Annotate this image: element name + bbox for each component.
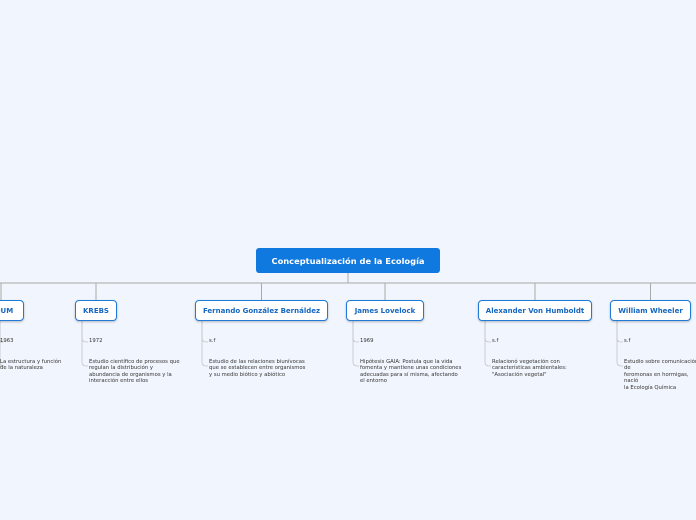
description-label[interactable]: Estudio científico de procesos que regul…: [89, 359, 189, 385]
topic-node[interactable]: ODUM: [0, 300, 24, 321]
subtopic-connector: [484, 321, 491, 343]
subtopic-connector: [484, 321, 491, 367]
year-label[interactable]: 1972: [89, 338, 102, 344]
subtopic-connector: [616, 321, 623, 367]
subtopic-connector: [81, 321, 88, 367]
year-label[interactable]: s.f: [209, 338, 215, 344]
description-label[interactable]: Hipótesis GAIA: Postula que la vida fome…: [360, 359, 470, 385]
subtopic-connector: [616, 321, 623, 343]
subtopic-connector: [352, 321, 359, 367]
year-label[interactable]: s.f: [624, 338, 630, 344]
topic-node[interactable]: William Wheeler: [610, 300, 691, 321]
description-label[interactable]: Relacionó vegetación con características…: [492, 359, 587, 378]
topic-node[interactable]: James Lovelock: [346, 300, 424, 321]
description-label[interactable]: La estructura y función de la naturaleza: [0, 359, 70, 372]
subtopic-connector: [81, 321, 88, 343]
description-label[interactable]: Estudio de las relaciones biunívocas que…: [209, 359, 319, 378]
subtopic-connector: [201, 321, 208, 367]
central-topic[interactable]: Conceptualización de la Ecología: [256, 248, 440, 273]
description-label[interactable]: Estudio sobre comunicación de feromonas …: [624, 359, 696, 391]
topic-node[interactable]: Alexander Von Humboldt: [478, 300, 592, 321]
topic-node[interactable]: Fernando González Bernáldez: [195, 300, 328, 321]
subtopic-connector: [352, 321, 359, 343]
subtopic-connector: [201, 321, 208, 343]
topic-node[interactable]: KREBS: [75, 300, 117, 321]
year-label[interactable]: 1963: [0, 338, 13, 344]
year-label[interactable]: 1969: [360, 338, 373, 344]
year-label[interactable]: s.f: [492, 338, 498, 344]
branch-connectors: [0, 283, 651, 367]
